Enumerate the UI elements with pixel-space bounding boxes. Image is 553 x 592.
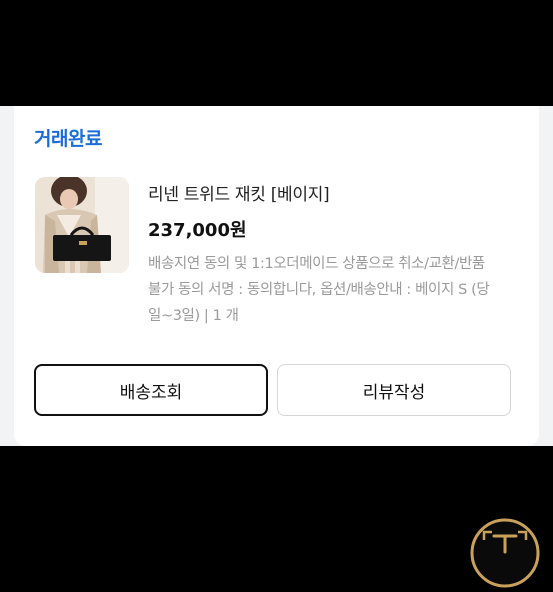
product-price: 237,000원: [148, 220, 247, 241]
t-logo-icon[interactable]: [470, 518, 540, 588]
order-card: 거래완료 리넨 트위드 재킷 [베이지] 237,000원 배송지연 동의 및 …: [14, 106, 539, 446]
track-delivery-button[interactable]: 배송조회: [34, 364, 268, 416]
order-description: 배송지연 동의 및 1:1오더메이드 상품으로 취소/교환/반품불가 동의 서명…: [148, 256, 490, 324]
write-review-button[interactable]: 리뷰작성: [277, 364, 511, 416]
order-status: 거래완료: [34, 128, 102, 150]
product-thumbnail[interactable]: [35, 177, 129, 273]
product-title[interactable]: 리넨 트위드 재킷 [베이지]: [148, 180, 330, 205]
order-card-area: 거래완료 리넨 트위드 재킷 [베이지] 237,000원 배송지연 동의 및 …: [0, 106, 553, 446]
